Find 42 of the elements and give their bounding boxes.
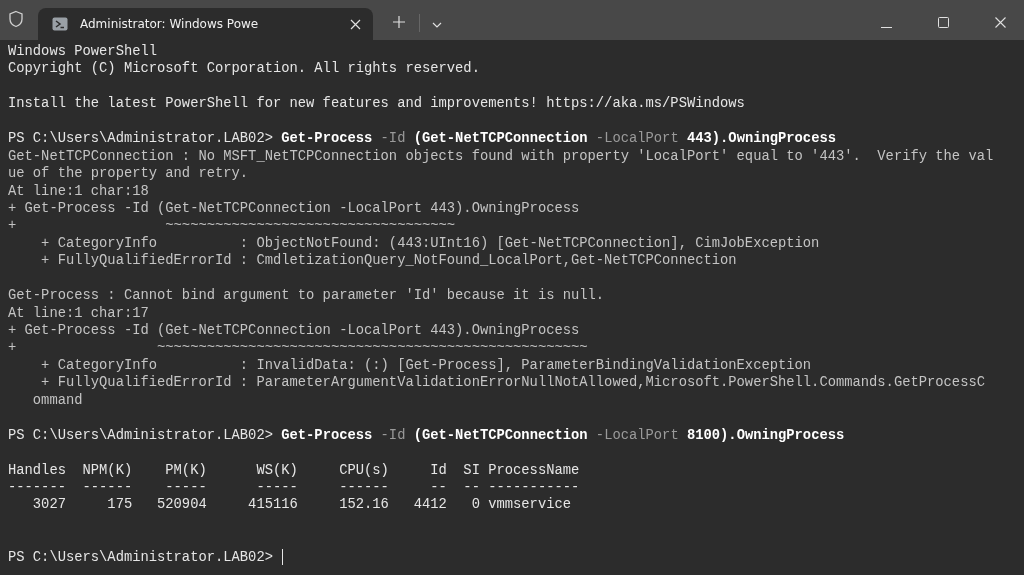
close-tab-icon[interactable] xyxy=(350,18,361,30)
dropdown-icon[interactable] xyxy=(432,22,442,28)
error-text: At line:1 char:18 xyxy=(8,182,149,200)
error-text: + ~~~~~~~~~~~~~~~~~~~~~~~~~~~~~~~~~~~ xyxy=(8,217,456,235)
output-text: ------- ------ ----- ----- ------ -- -- ----------- xyxy=(8,478,580,497)
command-text: (Get-NetTCPConnection xyxy=(412,426,588,445)
parameter-text: -Id xyxy=(379,426,406,445)
error-text: At line:1 char:17 xyxy=(8,304,149,322)
error-text: + ~~~~~~~~~~~~~~~~~~~~~~~~~~~~~~~~~~~~~~~~~~~~~~~~~~~~ xyxy=(8,339,588,357)
output-text: PS C:\Users\Administrator.LAB02> xyxy=(8,426,274,445)
error-text: ommand xyxy=(31,391,83,410)
tab-title: Administrator: Windows Powe xyxy=(80,17,260,31)
command-text: Get-Process xyxy=(281,130,373,148)
error-text: + CategoryInfo : ObjectNotFound: (443:UInt16) [Get-NetTCPConnection], CimJobException xyxy=(40,234,820,253)
error-text: + FullyQualifiedErrorId : ParameterArgumentValidationErrorNullNotAllowed,Microsoft.PowerShell.Commands.GetProcessC xyxy=(40,374,985,392)
error-text: Get-NetTCPConnection : No MSFT_NetTCPConnection objects found with property 'LocalPort' equal to '443'. Verify the val xyxy=(8,147,994,166)
error-text: + CategoryInfo : InvalidData: (:) [Get-Process], ParameterBindingValidationException xyxy=(40,356,812,375)
error-text: ue of the property and retry. xyxy=(8,165,249,183)
output-text: 3027 175 520904 415116 152.16 4412 0 vmmservice xyxy=(31,496,571,514)
shield-icon[interactable] xyxy=(8,10,24,28)
parameter-text: -Id xyxy=(379,130,406,148)
output-text: PS C:\Users\Administrator.LAB02> xyxy=(8,548,274,567)
error-text: + FullyQualifiedErrorId : CmdletizationQuery_NotFound_LocalPort,Get-NetTCPConnection xyxy=(40,252,737,270)
output-text: PS C:\Users\Administrator.LAB02> xyxy=(8,130,274,148)
new-tab-icon[interactable] xyxy=(393,16,405,28)
output-text: Install the latest PowerShell for new features and improvements! https://aka.ms/PSWindows xyxy=(8,95,745,113)
output-text: Handles NPM(K) PM(K) WS(K) CPU(s) Id SI ProcessName xyxy=(8,461,580,479)
parameter-text: -LocalPort xyxy=(594,426,679,445)
parameter-text: -LocalPort xyxy=(594,130,679,148)
command-text: 8100).OwningProcess xyxy=(685,426,845,445)
output-text: Windows PowerShell xyxy=(8,43,158,61)
error-text: + Get-Process -Id (Get-NetTCPConnection -LocalPort 443).OwningProcess xyxy=(8,322,580,340)
command-text: (Get-NetTCPConnection xyxy=(412,130,588,148)
powershell-icon xyxy=(52,17,68,31)
terminal-tab[interactable]: Administrator: Windows Powe xyxy=(38,8,373,40)
maximize-icon[interactable] xyxy=(938,17,949,28)
error-text: Get-Process : Cannot bind argument to parameter 'Id' because it is null. xyxy=(8,287,605,305)
output-text: Copyright (C) Microsoft Corporation. All rights reserved. xyxy=(8,60,480,78)
command-text: 443).OwningProcess xyxy=(685,130,836,148)
command-text: Get-Process xyxy=(281,426,373,445)
close-icon[interactable] xyxy=(995,17,1006,28)
error-text: + Get-Process -Id (Get-NetTCPConnection -LocalPort 443).OwningProcess xyxy=(8,199,580,218)
